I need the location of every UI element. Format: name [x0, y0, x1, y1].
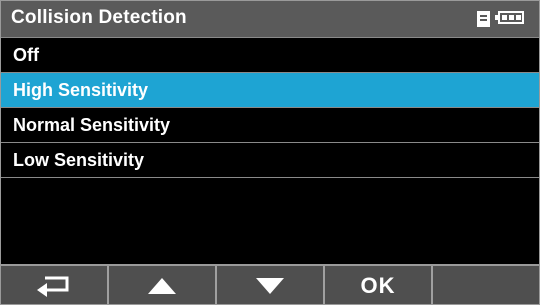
back-button[interactable]	[1, 266, 109, 304]
up-button[interactable]	[109, 266, 217, 304]
down-button[interactable]	[217, 266, 325, 304]
title-bar: Collision Detection	[1, 1, 539, 38]
bottom-button-bar: OK	[1, 264, 539, 304]
battery-level-bar	[516, 15, 521, 20]
menu-item-low-sensitivity[interactable]: Low Sensitivity	[1, 143, 539, 178]
page-title: Collision Detection	[11, 7, 187, 28]
menu-item-high-sensitivity[interactable]: High Sensitivity	[1, 73, 539, 108]
blank-button[interactable]	[433, 266, 539, 304]
up-triangle-icon	[148, 278, 176, 294]
sd-card-icon	[477, 11, 490, 27]
ok-button[interactable]: OK	[325, 266, 433, 304]
battery-icon	[495, 11, 524, 24]
sensitivity-menu: Off High Sensitivity Normal Sensitivity …	[1, 38, 539, 178]
return-arrow-icon	[37, 276, 69, 297]
menu-item-off[interactable]: Off	[1, 38, 539, 73]
down-triangle-icon	[256, 278, 284, 294]
ok-button-label: OK	[360, 273, 396, 298]
battery-level-bar	[502, 15, 507, 20]
menu-item-normal-sensitivity[interactable]: Normal Sensitivity	[1, 108, 539, 143]
battery-level-bar	[509, 15, 514, 20]
device-screen: Collision Detection Off High Sensitivity…	[0, 0, 540, 305]
